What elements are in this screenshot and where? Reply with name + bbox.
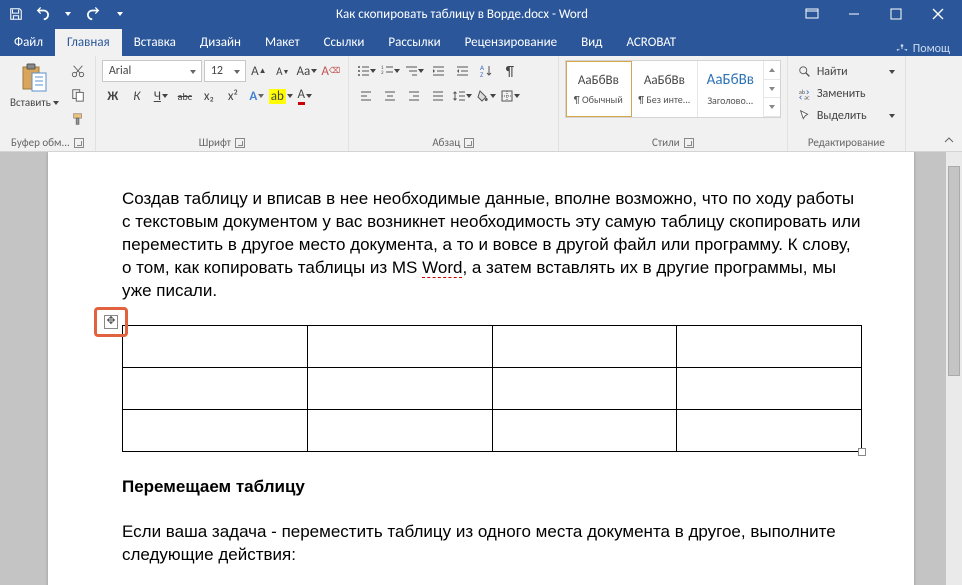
- highlight-button[interactable]: ab: [270, 85, 292, 107]
- increase-indent-button[interactable]: [451, 60, 473, 82]
- copy-button[interactable]: [67, 84, 89, 106]
- table-resize-handle[interactable]: [858, 448, 866, 456]
- bullets-button[interactable]: [355, 60, 377, 82]
- tab-file[interactable]: Файл: [2, 29, 55, 56]
- shading-button[interactable]: [475, 85, 497, 107]
- ribbon: Вставить Буфер обм... Arial 12 A▲ A▼ Aa …: [0, 56, 962, 152]
- style-no-spacing[interactable]: АаБбВв ¶ Без инте...: [632, 61, 698, 117]
- align-center-button[interactable]: [379, 85, 401, 107]
- quick-access-toolbar: [4, 3, 132, 25]
- tab-acrobat[interactable]: ACROBAT: [614, 29, 688, 56]
- window-title: Как скопировать таблицу в Ворде.docx - W…: [132, 7, 792, 22]
- table-move-handle[interactable]: ✥: [104, 315, 118, 329]
- font-name-select[interactable]: Arial: [102, 60, 202, 82]
- bold-button[interactable]: Ж: [102, 85, 124, 107]
- tab-insert[interactable]: Вставка: [122, 29, 188, 56]
- undo-dropdown[interactable]: [56, 3, 80, 25]
- heading-move-table[interactable]: Перемещаем таблицу: [122, 476, 862, 499]
- cut-button[interactable]: [67, 60, 89, 82]
- decrease-indent-button[interactable]: [427, 60, 449, 82]
- table-row[interactable]: [123, 325, 862, 367]
- styles-expand[interactable]: [764, 98, 780, 117]
- text-effects-button[interactable]: A: [246, 85, 268, 107]
- group-editing: Найти abacЗаменить Выделить Редактирован…: [788, 56, 906, 151]
- undo-button[interactable]: [30, 3, 54, 25]
- replace-button[interactable]: abacЗаменить: [794, 84, 899, 104]
- group-clipboard: Вставить Буфер обм...: [0, 56, 96, 151]
- align-left-button[interactable]: [355, 85, 377, 107]
- window-controls: [792, 0, 958, 28]
- multilevel-list-button[interactable]: [403, 60, 425, 82]
- table-container: ✥: [122, 325, 862, 452]
- numbering-button[interactable]: 12: [379, 60, 401, 82]
- paragraph-1[interactable]: Создав таблицу и вписав в нее необходимы…: [122, 188, 862, 303]
- paste-button[interactable]: Вставить: [6, 60, 63, 111]
- svg-text:2: 2: [381, 70, 384, 76]
- shrink-font-button[interactable]: A▼: [272, 60, 294, 82]
- tab-references[interactable]: Ссылки: [312, 29, 377, 56]
- paragraph-2[interactable]: Если ваша задача - переместить таблицу и…: [122, 521, 862, 567]
- group-font: Arial 12 A▲ A▼ Aa A⌫ Ж К Ч abc x₂ x² A a…: [96, 56, 349, 151]
- scrollbar-thumb[interactable]: [948, 166, 960, 376]
- clear-formatting-button[interactable]: A⌫: [320, 60, 342, 82]
- format-painter-button[interactable]: [67, 108, 89, 130]
- superscript-button[interactable]: x²: [222, 85, 244, 107]
- minimize-button[interactable]: [834, 0, 874, 28]
- tab-design[interactable]: Дизайн: [188, 29, 253, 56]
- styles-launcher[interactable]: [684, 138, 694, 148]
- ribbon-tabs: Файл Главная Вставка Дизайн Макет Ссылки…: [0, 28, 962, 56]
- line-spacing-button[interactable]: [451, 85, 473, 107]
- select-button[interactable]: Выделить: [794, 106, 899, 126]
- font-size-select[interactable]: 12: [204, 60, 246, 82]
- document-table[interactable]: [122, 325, 862, 452]
- styles-scroll: [764, 61, 780, 117]
- grow-font-button[interactable]: A▲: [248, 60, 270, 82]
- page[interactable]: Создав таблицу и вписав в нее необходимы…: [48, 152, 914, 585]
- vertical-scrollbar[interactable]: [946, 152, 962, 585]
- styles-gallery: АаБбВв ¶ Обычный АаБбВв ¶ Без инте... Аа…: [565, 60, 781, 118]
- svg-text:ac: ac: [804, 93, 810, 101]
- borders-button[interactable]: [499, 85, 521, 107]
- ribbon-options-button[interactable]: [792, 0, 832, 28]
- styles-up[interactable]: [764, 61, 780, 80]
- table-move-handle-highlight: ✥: [94, 307, 128, 337]
- paste-icon: [18, 62, 50, 94]
- find-button[interactable]: Найти: [794, 62, 899, 82]
- font-color-button[interactable]: A: [294, 85, 316, 107]
- styles-down[interactable]: [764, 80, 780, 99]
- style-normal[interactable]: АаБбВв ¶ Обычный: [566, 61, 632, 117]
- align-right-button[interactable]: [403, 85, 425, 107]
- underline-button[interactable]: Ч: [150, 85, 172, 107]
- document-area[interactable]: Создав таблицу и вписав в нее необходимы…: [0, 152, 962, 585]
- tab-review[interactable]: Рецензирование: [453, 29, 569, 56]
- group-paragraph: 12 AZ ¶ Абзац: [349, 56, 559, 151]
- table-row[interactable]: [123, 367, 862, 409]
- collapse-ribbon-button[interactable]: [940, 133, 958, 147]
- redo-button[interactable]: [82, 3, 106, 25]
- subscript-button[interactable]: x₂: [198, 85, 220, 107]
- close-button[interactable]: [918, 0, 958, 28]
- font-launcher[interactable]: [235, 138, 245, 148]
- strikethrough-button[interactable]: abc: [174, 85, 196, 107]
- group-styles: АаБбВв ¶ Обычный АаБбВв ¶ Без инте... Аа…: [559, 56, 788, 151]
- maximize-button[interactable]: [876, 0, 916, 28]
- change-case-button[interactable]: Aa: [296, 60, 318, 82]
- tab-layout[interactable]: Макет: [253, 29, 312, 56]
- sort-button[interactable]: AZ: [475, 60, 497, 82]
- table-row[interactable]: [123, 409, 862, 451]
- clipboard-launcher[interactable]: [74, 138, 84, 148]
- qat-customize[interactable]: [108, 3, 132, 25]
- show-marks-button[interactable]: ¶: [499, 60, 521, 82]
- tab-view[interactable]: Вид: [569, 29, 614, 56]
- style-heading1[interactable]: АаБбВв Заголово...: [698, 61, 764, 117]
- paragraph-launcher[interactable]: [464, 138, 474, 148]
- justify-button[interactable]: [427, 85, 449, 107]
- italic-button[interactable]: К: [126, 85, 148, 107]
- title-bar: Как скопировать таблицу в Ворде.docx - W…: [0, 0, 962, 28]
- save-button[interactable]: [4, 3, 28, 25]
- tab-home[interactable]: Главная: [55, 29, 122, 56]
- tell-me-search[interactable]: Помощ: [895, 42, 960, 56]
- tab-mailings[interactable]: Рассылки: [376, 29, 452, 56]
